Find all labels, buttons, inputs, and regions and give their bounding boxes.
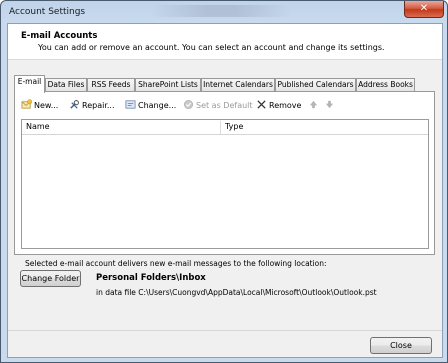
email-tab-panel: New... Repair... Change... Set as Defaul… [14, 91, 435, 255]
tab-email[interactable]: E-mail [14, 75, 45, 93]
tab-published-calendars[interactable]: Published Calendars [275, 78, 356, 92]
header-title: E-mail Accounts [21, 31, 98, 41]
move-up-button[interactable] [308, 98, 321, 114]
title-bar[interactable]: Account Settings ✕ [1, 1, 447, 23]
repair-label: Repair... [82, 101, 115, 110]
dialog-client-area: E-mail Accounts You can add or remove an… [7, 23, 443, 358]
accounts-list[interactable]: Name Type [21, 119, 429, 249]
dialog-header: E-mail Accounts You can add or remove an… [8, 24, 442, 60]
delivery-folder-title: Personal Folders\Inbox [96, 273, 206, 283]
tab-data-files[interactable]: Data Files [45, 78, 87, 92]
remove-label: Remove [269, 101, 302, 110]
close-button[interactable]: Close [370, 337, 432, 354]
accounts-list-header: Name Type [22, 120, 428, 135]
change-button[interactable]: Change... [125, 98, 176, 114]
window-title: Account Settings [9, 7, 86, 17]
down-arrow-icon [325, 100, 334, 109]
new-account-button[interactable]: New... [21, 98, 58, 114]
blurred-title-region [151, 5, 291, 17]
change-folder-button[interactable]: Change Folder [20, 270, 81, 287]
repair-button[interactable]: Repair... [69, 98, 115, 114]
set-as-default-label: Set as Default [196, 101, 253, 110]
column-header-type[interactable]: Type [225, 122, 243, 131]
new-label: New... [34, 101, 59, 110]
column-header-name[interactable]: Name [26, 122, 50, 131]
tab-sharepoint-lists[interactable]: SharePoint Lists [135, 78, 201, 92]
header-subtitle: You can add or remove an account. You ca… [38, 43, 385, 52]
tab-internet-calendars[interactable]: Internet Calendars [201, 78, 275, 92]
tab-address-books[interactable]: Address Books [356, 78, 415, 92]
set-as-default-button[interactable]: Set as Default [183, 98, 253, 114]
tab-rss-feeds[interactable]: RSS Feeds [87, 78, 135, 92]
window-close-button[interactable]: ✕ [404, 1, 444, 18]
column-divider[interactable] [220, 121, 221, 134]
footer-divider [8, 330, 442, 331]
new-account-icon [21, 99, 32, 109]
account-settings-window: Account Settings ✕ E-mail Accounts You c… [0, 0, 448, 363]
change-settings-icon [125, 100, 136, 109]
delivery-info-text: Selected e-mail account delivers new e-m… [25, 259, 327, 268]
remove-button[interactable]: Remove [256, 98, 301, 114]
delivery-folder-path: in data file C:\Users\Cuongvd\AppData\Lo… [96, 288, 377, 297]
check-circle-icon [184, 100, 193, 109]
repair-tools-icon [70, 100, 79, 109]
move-down-button[interactable] [324, 98, 337, 114]
remove-x-icon [257, 100, 266, 109]
change-label: Change... [138, 101, 177, 110]
up-arrow-icon [309, 100, 318, 109]
